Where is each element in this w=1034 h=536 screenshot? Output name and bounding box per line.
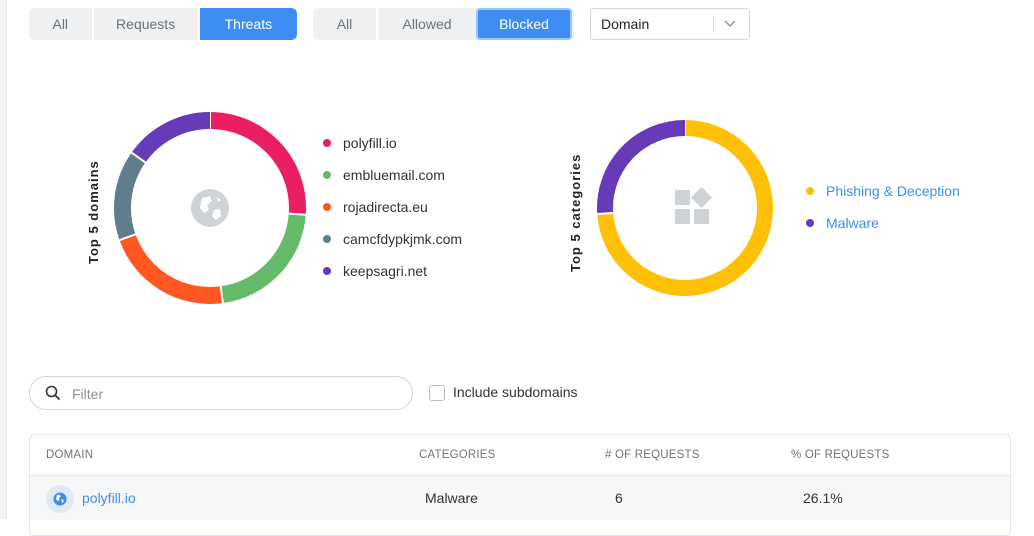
legend-item[interactable]: Phishing & Deception [806, 175, 960, 207]
legend-dot [806, 187, 814, 195]
chevron-down-icon [724, 20, 736, 28]
column-header-categories[interactable]: CATEGORIES [419, 449, 496, 461]
percent-cell: 26.1% [803, 490, 843, 506]
legend-dot [323, 267, 331, 275]
donut-slice[interactable] [220, 213, 306, 304]
group-by-select[interactable]: Domain [590, 8, 750, 40]
legend-dot [323, 203, 331, 211]
slice-separator [596, 211, 615, 216]
include-subdomains-label[interactable]: Include subdomains [453, 384, 578, 400]
tab-all-view[interactable]: All [29, 8, 92, 40]
include-subdomains-checkbox[interactable] [429, 385, 445, 401]
legend-label: keepsagri.net [343, 263, 428, 279]
legend-dot [323, 235, 331, 243]
filter-input[interactable] [70, 382, 394, 406]
legend-item[interactable]: embluemail.com [323, 159, 462, 191]
donut-slice[interactable] [131, 112, 211, 163]
donut-slice[interactable] [119, 234, 223, 304]
categories-icon [675, 187, 713, 224]
tab-allowed[interactable]: Allowed [376, 8, 476, 40]
tab-requests[interactable]: Requests [91, 8, 198, 40]
view-tabs: All Requests Threats [29, 8, 297, 40]
categories-legend: Phishing & Deception Malware [806, 175, 960, 239]
group-by-value: Domain [601, 16, 650, 32]
legend-label: Malware [826, 215, 879, 231]
requests-cell: 6 [615, 490, 623, 506]
tab-all-status[interactable]: All [313, 8, 376, 40]
legend-label: embluemail.com [343, 167, 445, 183]
legend-label: rojadirecta.eu [343, 199, 428, 215]
domains-table: DOMAIN CATEGORIES # OF REQUESTS % OF REQ… [29, 434, 1011, 536]
left-edge [0, 0, 7, 519]
filter-field[interactable] [29, 376, 413, 410]
column-header-percent[interactable]: % OF REQUESTS [791, 449, 889, 461]
column-header-domain[interactable]: DOMAIN [46, 449, 93, 461]
legend-item[interactable]: rojadirecta.eu [323, 191, 462, 223]
legend-item[interactable]: camcfdypkjmk.com [323, 223, 462, 255]
legend-label: polyfill.io [343, 135, 397, 151]
globe-icon [53, 492, 67, 506]
search-icon [45, 385, 61, 401]
domains-chart-title: Top 5 domains [86, 160, 101, 264]
column-header-requests[interactable]: # OF REQUESTS [605, 449, 700, 461]
tab-blocked[interactable]: Blocked [476, 8, 572, 40]
legend-dot [323, 139, 331, 147]
status-tabs: All Allowed Blocked [313, 8, 574, 40]
domains-legend: polyfill.io embluemail.com rojadirecta.e… [323, 127, 462, 287]
tab-threats[interactable]: Threats [197, 8, 297, 40]
domain-badge [46, 485, 74, 513]
legend-item[interactable]: Malware [806, 207, 960, 239]
legend-label: camcfdypkjmk.com [343, 231, 463, 247]
legend-item[interactable]: keepsagri.net [323, 255, 462, 287]
legend-dot [806, 219, 814, 227]
domain-link[interactable]: polyfill.io [82, 490, 136, 506]
legend-dot [323, 171, 331, 179]
globe-icon [191, 189, 229, 227]
slice-separator [287, 212, 307, 216]
legend-label: Phishing & Deception [826, 183, 960, 199]
table-header: DOMAIN CATEGORIES # OF REQUESTS % OF REQ… [30, 435, 1010, 476]
legend-item[interactable]: polyfill.io [323, 127, 462, 159]
category-cell: Malware [425, 490, 478, 506]
select-separator [713, 16, 714, 32]
categories-chart-title: Top 5 categories [568, 153, 583, 272]
donut-slice[interactable] [114, 152, 146, 241]
table-row[interactable]: polyfill.io Malware 6 26.1% [30, 476, 1010, 520]
